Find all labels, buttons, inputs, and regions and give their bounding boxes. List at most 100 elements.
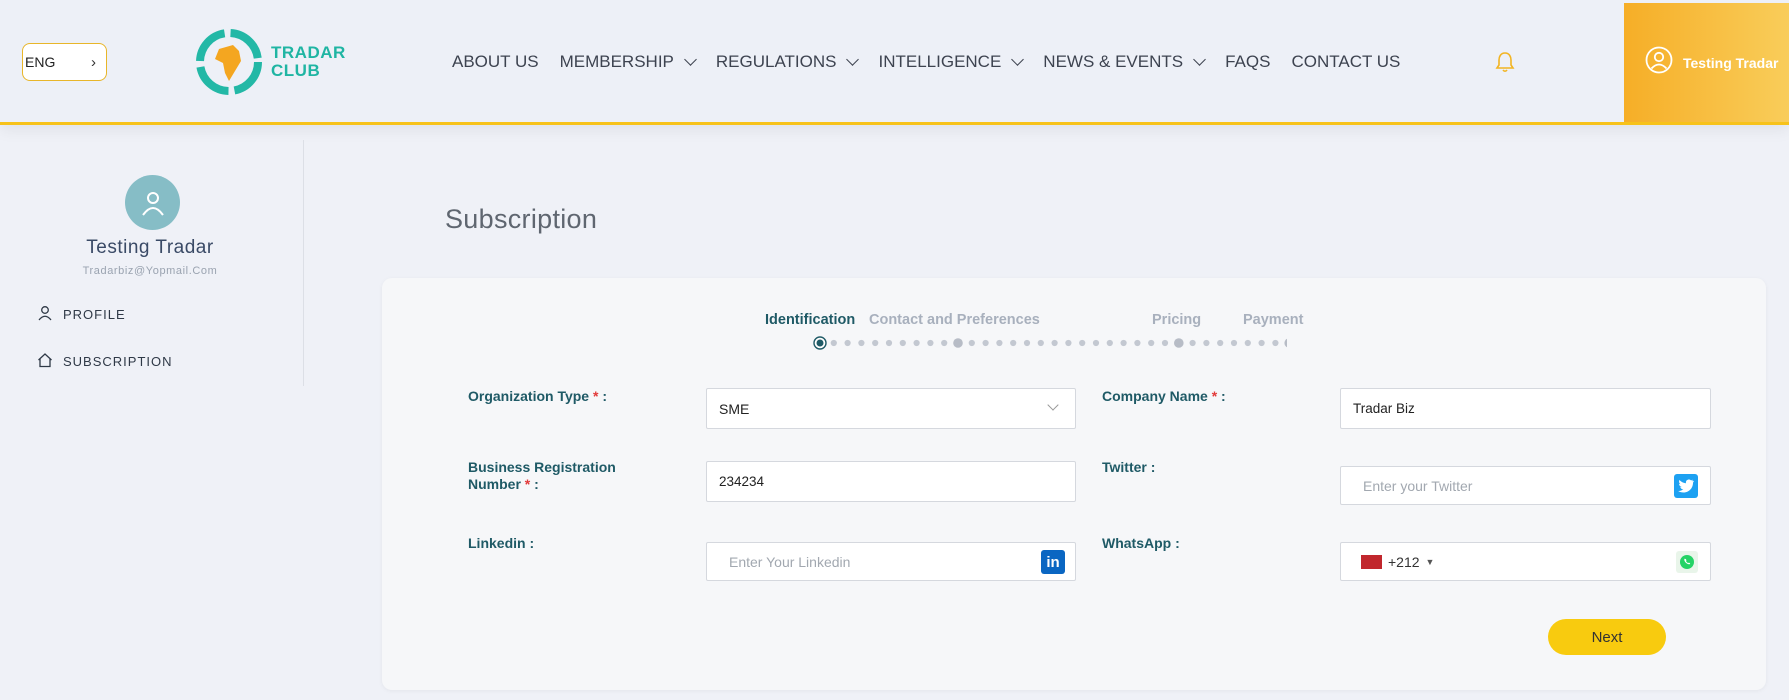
progress-dot [1244, 339, 1251, 347]
language-label: ENG [25, 54, 56, 70]
nav-regulations[interactable]: REGULATIONS [715, 52, 860, 72]
nav-about-us[interactable]: ABOUT US [452, 52, 539, 72]
language-selector[interactable]: ENG › [22, 43, 107, 81]
caret-down-icon: ▼ [1425, 556, 1435, 567]
chevron-down-icon [1011, 53, 1025, 66]
progress-dot [885, 339, 893, 347]
label-text: Company Name [1102, 388, 1208, 404]
user-icon [37, 305, 53, 324]
organization-type-select[interactable]: SME [706, 388, 1076, 429]
progress-dot [1079, 339, 1086, 347]
morocco-flag-icon [1361, 554, 1382, 569]
chevron-down-icon [1047, 399, 1059, 411]
progress-dot [1272, 339, 1279, 347]
company-name-input[interactable]: Tradar Biz [1340, 388, 1711, 429]
progress-dot [913, 339, 920, 347]
linkedin-placeholder: Enter Your Linkedin [729, 553, 851, 570]
step-pricing[interactable]: Pricing [1152, 312, 1201, 328]
next-button[interactable]: Next [1548, 619, 1666, 655]
progress-dot [1217, 339, 1224, 347]
sidebar-item-profile[interactable]: PROFILE [37, 305, 126, 324]
progress-dot [968, 339, 975, 347]
label-colon: : [1221, 388, 1226, 404]
chevron-down-icon [684, 53, 697, 66]
label-line-1: Business Registration [468, 459, 616, 475]
nav-label: REGULATIONS [715, 52, 837, 71]
progress-dot [1010, 339, 1017, 347]
home-icon [37, 352, 53, 371]
progress-dot [1037, 339, 1044, 347]
step-progress [813, 336, 1294, 350]
progress-dot [1023, 339, 1031, 347]
linkedin-input[interactable]: Enter Your Linkedin in [706, 542, 1076, 581]
twitter-input[interactable]: Enter your Twitter [1340, 466, 1711, 505]
sidebar-item-label: SUBSCRIPTION [63, 354, 173, 369]
twitter-placeholder: Enter your Twitter [1363, 477, 1473, 494]
progress-dot [1230, 339, 1238, 347]
progress-step-dot [953, 338, 963, 348]
required-mark: * [592, 388, 599, 404]
required-mark: * [1211, 388, 1218, 404]
user-menu[interactable]: Testing Tradar [1624, 3, 1789, 122]
profile-sidebar: Testing Tradar Tradarbiz@Yopmail.Com PRO… [0, 140, 304, 386]
step-payment[interactable]: Payment [1243, 312, 1303, 328]
chevron-down-icon [846, 53, 860, 66]
twitter-label: Twitter : [1102, 459, 1155, 476]
step-identification[interactable]: Identification [765, 312, 855, 328]
progress-dot [1134, 339, 1141, 347]
top-header: ENG › TRADAR CLUB ABOUT US MEMBERSHIP RE… [0, 0, 1789, 125]
nav-label: ABOUT US [452, 52, 539, 71]
progress-step-dot [1284, 338, 1294, 348]
business-registration-input[interactable]: 234234 [706, 461, 1076, 502]
progress-dot [982, 339, 989, 347]
country-code-dropdown[interactable]: +212 ▼ [1361, 554, 1434, 570]
logo-text: TRADAR CLUB [271, 44, 346, 80]
subscription-card: Identification Contact and Preferences P… [382, 278, 1766, 690]
label-text: WhatsApp [1102, 535, 1172, 551]
header-user-name: Testing Tradar [1683, 54, 1779, 71]
nav-faqs[interactable]: FAQS [1225, 52, 1270, 72]
nav-label: INTELLIGENCE [878, 52, 1002, 71]
whatsapp-input[interactable]: +212 ▼ [1340, 542, 1711, 581]
progress-dot [844, 339, 851, 347]
africa-globe-icon [195, 27, 263, 97]
bell-icon[interactable] [1494, 50, 1516, 74]
step-contact-preferences[interactable]: Contact and Preferences [869, 312, 1040, 328]
business-registration-value: 234234 [719, 474, 765, 489]
label-colon: : [534, 476, 539, 492]
nav-news-events[interactable]: NEWS & EVENTS [1043, 52, 1206, 72]
sidebar-item-subscription[interactable]: SUBSCRIPTION [37, 352, 173, 371]
progress-dot [899, 339, 906, 347]
linkedin-label: Linkedin : [468, 535, 534, 552]
progress-dot [1203, 339, 1210, 347]
business-registration-label: Business Registration Number * : [468, 459, 616, 493]
progress-current-dot-inner [816, 339, 824, 347]
sidebar-item-label: PROFILE [63, 307, 126, 322]
nav-intelligence[interactable]: INTELLIGENCE [878, 52, 1025, 72]
chevron-down-icon [1193, 53, 1206, 66]
logo-line-2: CLUB [271, 61, 321, 80]
dial-code: +212 [1388, 553, 1420, 570]
nav-contact-us[interactable]: CONTACT US [1291, 52, 1400, 72]
whatsapp-icon [1676, 551, 1698, 573]
progress-dot [1051, 339, 1058, 347]
progress-dot [1065, 339, 1072, 347]
tradar-club-logo[interactable]: TRADAR CLUB [195, 27, 346, 97]
chevron-right-icon: › [91, 53, 96, 71]
progress-dot [858, 339, 865, 347]
company-name-value: Tradar Biz [1353, 401, 1415, 416]
progress-dot [1258, 339, 1265, 347]
progress-dot [996, 339, 1003, 347]
progress-dot [941, 339, 948, 347]
company-name-label: Company Name * : [1102, 388, 1226, 405]
label-colon: : [602, 388, 607, 404]
nav-label: NEWS & EVENTS [1043, 52, 1184, 71]
nav-membership[interactable]: MEMBERSHIP [560, 52, 697, 72]
organization-type-value: SME [719, 400, 750, 417]
label-line-2: Number [468, 476, 521, 492]
progress-dot [1148, 339, 1155, 347]
label-colon: : [1175, 535, 1180, 551]
label-text: Linkedin [468, 535, 526, 551]
page-title: Subscription [445, 204, 598, 234]
nav-label: CONTACT US [1291, 52, 1401, 71]
